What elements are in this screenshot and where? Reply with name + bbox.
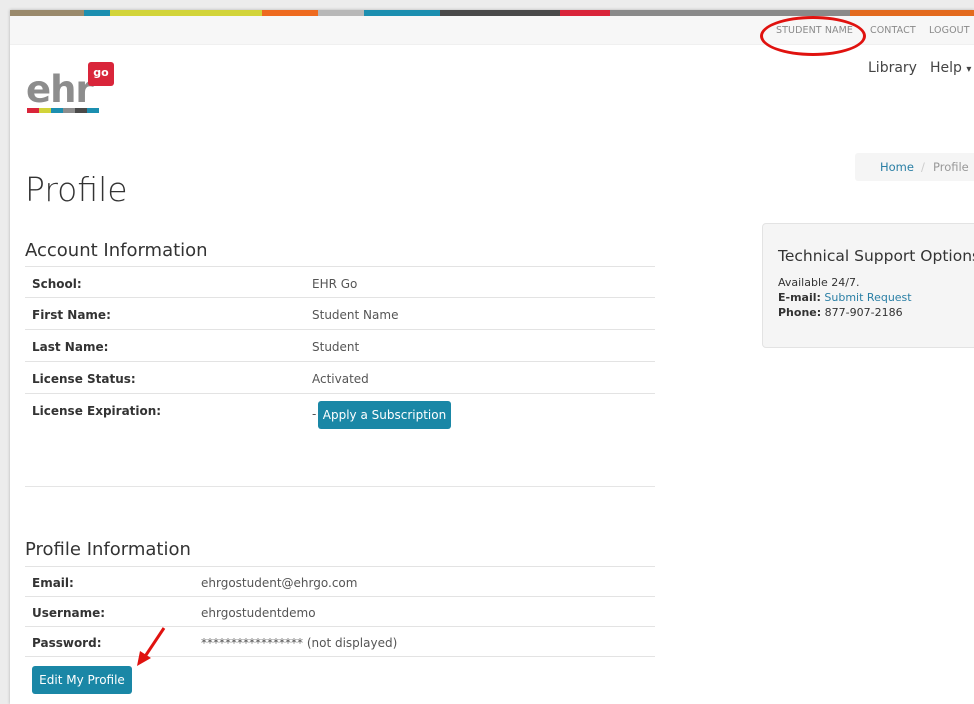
table-row: Email: ehrgostudent@ehrgo.com <box>25 566 655 596</box>
logo-stripes <box>27 108 99 113</box>
account-info-title: Account Information <box>25 240 208 261</box>
breadcrumb: Home / Profile <box>855 153 974 181</box>
account-info-table: School: EHR Go First Name: Student Name … <box>25 266 655 444</box>
table-row: School: EHR Go <box>25 266 655 297</box>
edit-profile-button[interactable]: Edit My Profile <box>32 666 132 694</box>
breadcrumb-separator: / <box>921 160 925 174</box>
table-row: Username: ehrgostudentdemo <box>25 596 655 626</box>
nav-library[interactable]: Library <box>868 60 917 76</box>
submit-request-link[interactable]: Submit Request <box>824 291 911 304</box>
row-value: EHR Go <box>312 277 358 291</box>
breadcrumb-current: Profile <box>933 160 969 174</box>
support-phone-label: Phone: <box>778 306 822 319</box>
support-title: Technical Support Options <box>778 247 974 265</box>
row-label: License Status: <box>32 372 136 386</box>
page-title: Profile <box>25 170 128 209</box>
logo-stripe <box>87 108 99 113</box>
nav-help-label: Help <box>930 60 962 76</box>
logo-text: ehr <box>26 68 94 111</box>
breadcrumb-home[interactable]: Home <box>880 160 914 174</box>
row-label: Email: <box>32 576 74 590</box>
table-row: First Name: Student Name <box>25 297 655 329</box>
row-value: ehrgostudent@ehrgo.com <box>201 576 358 590</box>
logo-stripe <box>75 108 87 113</box>
row-label: Last Name: <box>32 340 109 354</box>
page: STUDENT NAME CONTACT LOGOUT ehr go Libra… <box>10 10 974 704</box>
table-row: Last Name: Student <box>25 329 655 361</box>
row-value: Student Name <box>312 308 399 322</box>
section-divider <box>25 486 655 487</box>
row-value: ***************** (not displayed) <box>201 636 398 650</box>
support-email-line: E-mail: Submit Request <box>778 291 912 304</box>
technical-support-panel: Technical Support Options Available 24/7… <box>762 223 974 348</box>
row-value: - <box>312 407 317 421</box>
row-label: First Name: <box>32 308 111 322</box>
row-label: School: <box>32 277 82 291</box>
annotation-arrow <box>137 627 166 666</box>
support-availability: Available 24/7. <box>778 276 860 289</box>
arrow-shaft <box>142 627 166 659</box>
chevron-down-icon: ▾ <box>966 64 972 75</box>
table-row: License Status: Activated <box>25 361 655 393</box>
table-row: Password: ***************** (not display… <box>25 626 655 657</box>
row-value: Activated <box>312 372 369 386</box>
profile-info-table: Email: ehrgostudent@ehrgo.com Username: … <box>25 566 655 657</box>
row-value: Student <box>312 340 360 354</box>
table-row: License Expiration: - Apply a Subscripti… <box>25 393 655 444</box>
logo-stripe <box>27 108 39 113</box>
row-value: ehrgostudentdemo <box>201 606 316 620</box>
support-email-label: E-mail: <box>778 291 821 304</box>
support-phone: 877-907-2186 <box>824 306 903 319</box>
profile-info-title: Profile Information <box>25 539 191 560</box>
apply-subscription-button[interactable]: Apply a Subscription <box>318 401 451 429</box>
logout-link[interactable]: LOGOUT <box>929 25 970 36</box>
ehr-go-logo[interactable]: ehr go <box>26 60 126 120</box>
nav-help[interactable]: Help ▾ <box>930 60 971 76</box>
support-phone-line: Phone: 877-907-2186 <box>778 306 903 319</box>
logo-stripe <box>51 108 63 113</box>
logo-badge: go <box>88 62 114 86</box>
logo-stripe <box>63 108 75 113</box>
row-label: License Expiration: <box>32 404 162 418</box>
row-label: Username: <box>32 606 106 620</box>
contact-link[interactable]: CONTACT <box>870 25 916 36</box>
row-label: Password: <box>32 636 102 650</box>
logo-stripe <box>39 108 51 113</box>
annotation-circle <box>760 16 866 56</box>
